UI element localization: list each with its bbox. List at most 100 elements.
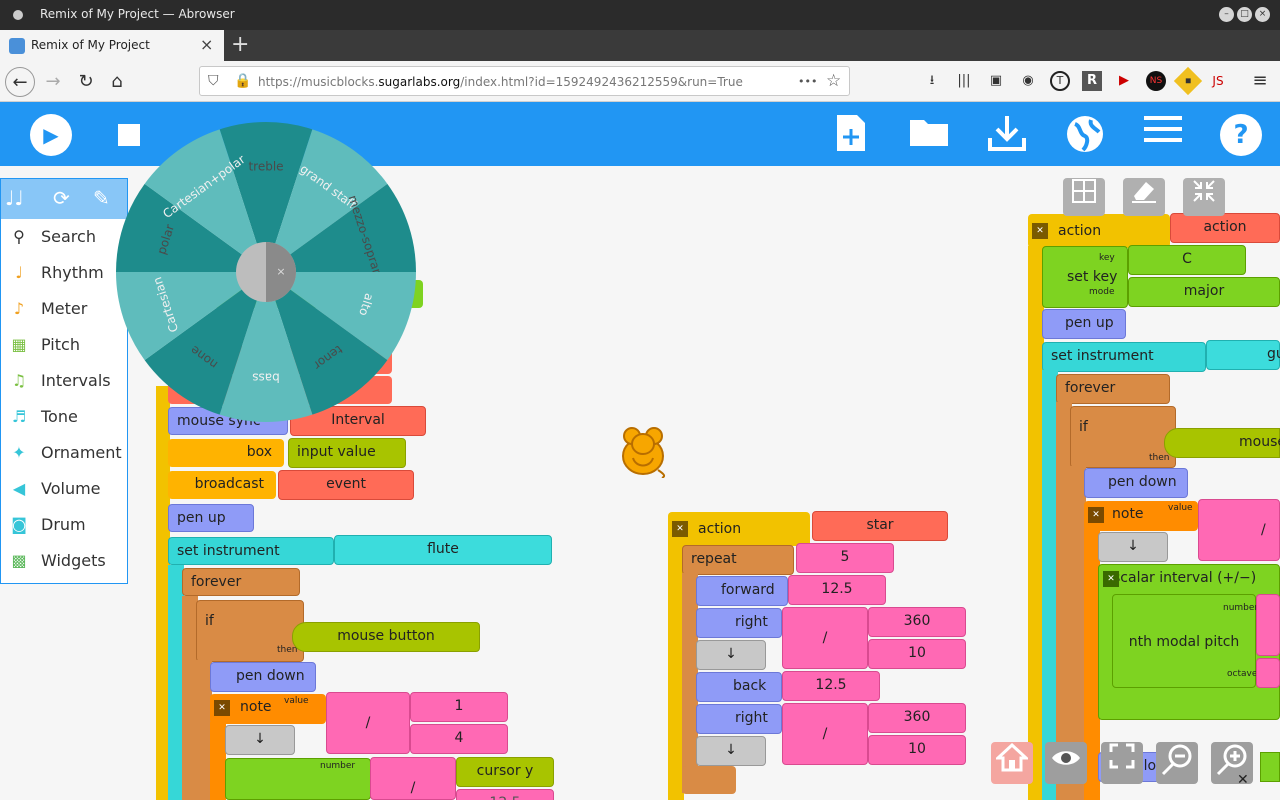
forward-block[interactable]: forward bbox=[696, 576, 788, 606]
cursor-y-block[interactable]: cursor y bbox=[456, 757, 554, 787]
expand-icon[interactable] bbox=[1101, 742, 1143, 784]
palette-meter[interactable]: ♪ Meter bbox=[1, 291, 127, 327]
ext-play-icon[interactable]: ▶ bbox=[1114, 71, 1134, 91]
collapse-icon[interactable]: ✕ bbox=[1032, 223, 1048, 239]
music-palette-icon[interactable]: ♩♩ bbox=[5, 186, 24, 210]
bookmark-star-icon[interactable]: ☆ bbox=[826, 71, 841, 91]
palette-rhythm[interactable]: ♩ Rhythm bbox=[1, 255, 127, 291]
play-button[interactable]: ▶ bbox=[30, 114, 72, 156]
numerator-arg[interactable]: 1 bbox=[410, 692, 508, 722]
repeat-count-arg[interactable]: 5 bbox=[796, 543, 894, 573]
palette-tone[interactable]: ♬ Tone bbox=[1, 399, 127, 435]
set-key-block[interactable]: set key key mode bbox=[1042, 246, 1128, 308]
palette-widgets[interactable]: ▩ Widgets bbox=[1, 543, 127, 579]
tab-close-icon[interactable]: × bbox=[200, 35, 213, 54]
key-arg[interactable]: C bbox=[1128, 245, 1246, 275]
palette-intervals[interactable]: ♫ Intervals bbox=[1, 363, 127, 399]
repeat-block[interactable]: repeat bbox=[682, 545, 794, 575]
set-instrument-block[interactable]: set instrument bbox=[168, 537, 334, 565]
number-arg-right[interactable] bbox=[1256, 594, 1280, 656]
pitch-block[interactable]: number bbox=[225, 758, 371, 800]
back-button[interactable]: ← bbox=[5, 67, 35, 97]
octave-arg-right[interactable] bbox=[1256, 658, 1280, 688]
menu-icon[interactable]: ≡ bbox=[1250, 71, 1270, 91]
pen-up-block-right[interactable]: pen up bbox=[1042, 309, 1126, 339]
hidden-block-right[interactable]: ↓ bbox=[1098, 532, 1168, 562]
action-block[interactable]: ✕ action bbox=[668, 512, 810, 546]
shield-icon[interactable]: ⛉ bbox=[208, 73, 219, 89]
pen-down-block-right[interactable]: pen down bbox=[1084, 468, 1188, 498]
divisor-arg-2[interactable]: 10 bbox=[868, 735, 966, 765]
pen-up-block[interactable]: pen up bbox=[168, 504, 254, 532]
action-block-right[interactable]: ✕ action bbox=[1028, 214, 1170, 248]
note-block[interactable]: ✕ note value bbox=[210, 694, 326, 724]
forward-arg[interactable]: 12.5 bbox=[788, 575, 886, 605]
divide-block-3[interactable]: / bbox=[782, 607, 868, 669]
artwork-palette-icon[interactable]: ✎ bbox=[93, 186, 110, 210]
right-block[interactable]: right bbox=[696, 608, 782, 638]
mode-arg[interactable]: major bbox=[1128, 277, 1280, 307]
degree-arg-2[interactable]: 360 bbox=[868, 703, 966, 733]
close-zoom-icon[interactable]: ✕ bbox=[1237, 772, 1249, 788]
home-view-button[interactable] bbox=[991, 742, 1033, 784]
denominator-arg[interactable]: 4 bbox=[410, 724, 508, 754]
grid-icon[interactable] bbox=[1063, 178, 1105, 216]
hidden-block-3[interactable]: ↓ bbox=[696, 736, 766, 766]
sidebar-icon[interactable]: ▣ bbox=[986, 71, 1006, 91]
palette-drum[interactable]: ◙ Drum bbox=[1, 507, 127, 543]
language-globe-button[interactable] bbox=[1064, 114, 1106, 156]
tab-remix[interactable]: Remix of My Project × bbox=[0, 30, 224, 61]
page-actions-icon[interactable]: ••• bbox=[798, 75, 817, 88]
divide-block-4[interactable]: / bbox=[782, 703, 868, 765]
close-window-icon[interactable]: × bbox=[1255, 7, 1270, 22]
mouse-button-block[interactable]: mouse button bbox=[292, 622, 480, 652]
back-block[interactable]: back bbox=[696, 672, 782, 702]
broadcast-block[interactable]: broadcast bbox=[168, 471, 276, 499]
ext-js-icon[interactable]: JS bbox=[1208, 71, 1228, 91]
collapse-icon[interactable]: ✕ bbox=[1088, 507, 1104, 523]
partial-value-block[interactable]: 12.5 bbox=[456, 789, 554, 800]
clef-pie-menu[interactable]: treble grand staffmezzo-sopranoaltotenorb… bbox=[116, 122, 416, 422]
nth-modal-pitch-block[interactable]: nth modal pitch number octave bbox=[1112, 594, 1258, 688]
palette-search[interactable]: ⚲ Search bbox=[1, 219, 127, 255]
mouse-block-right[interactable]: mouse bbox=[1164, 428, 1280, 458]
mouse-turtle-icon[interactable] bbox=[618, 422, 668, 479]
action-name-arg[interactable]: action bbox=[1170, 213, 1280, 243]
hidden-block[interactable]: ↓ bbox=[225, 725, 295, 755]
library-icon[interactable]: ||| bbox=[954, 71, 974, 91]
star-arg[interactable]: star bbox=[812, 511, 948, 541]
divide-block-right[interactable]: / bbox=[1198, 499, 1280, 561]
collapse-icon[interactable]: ✕ bbox=[672, 521, 688, 537]
new-project-button[interactable] bbox=[830, 114, 872, 156]
open-folder-button[interactable] bbox=[908, 114, 950, 156]
pen-down-block[interactable]: pen down bbox=[210, 662, 316, 692]
collapse-icon[interactable]: ✕ bbox=[1103, 571, 1119, 587]
zoom-out-icon[interactable] bbox=[1156, 742, 1198, 784]
forever-block-right[interactable]: forever bbox=[1056, 374, 1170, 404]
palette-volume[interactable]: ◀ Volume bbox=[1, 471, 127, 507]
download-icon[interactable]: ⭳ bbox=[922, 71, 942, 91]
input-value-block[interactable]: input value bbox=[288, 438, 406, 468]
flute-arg[interactable]: flute bbox=[334, 535, 552, 565]
divide-block[interactable]: / bbox=[326, 692, 410, 754]
collapse-all-icon[interactable] bbox=[1183, 178, 1225, 216]
event-arg[interactable]: event bbox=[278, 470, 414, 500]
lock-icon[interactable]: 🔒 bbox=[234, 73, 251, 89]
flow-palette-icon[interactable]: ⟳ bbox=[53, 186, 70, 210]
divide-block-2[interactable]: / bbox=[370, 757, 456, 800]
eraser-icon[interactable] bbox=[1123, 178, 1165, 216]
hidden-block-2[interactable]: ↓ bbox=[696, 640, 766, 670]
back-arg[interactable]: 12.5 bbox=[782, 671, 880, 701]
note-block-right[interactable]: ✕ note value bbox=[1084, 501, 1198, 531]
reload-button[interactable]: ↻ bbox=[71, 67, 101, 97]
ext-t-icon[interactable]: T bbox=[1050, 71, 1070, 91]
right-block-2[interactable]: right bbox=[696, 704, 782, 734]
hamburger-menu-button[interactable] bbox=[1142, 114, 1184, 156]
degree-arg[interactable]: 360 bbox=[868, 607, 966, 637]
home-button[interactable]: ⌂ bbox=[102, 67, 132, 97]
pie-close-icon[interactable]: × bbox=[276, 265, 285, 278]
maximize-icon[interactable]: □ bbox=[1237, 7, 1252, 22]
divisor-arg[interactable]: 10 bbox=[868, 639, 966, 669]
collapse-icon[interactable]: ✕ bbox=[214, 700, 230, 716]
ext-ns-icon[interactable]: NS bbox=[1146, 71, 1166, 91]
